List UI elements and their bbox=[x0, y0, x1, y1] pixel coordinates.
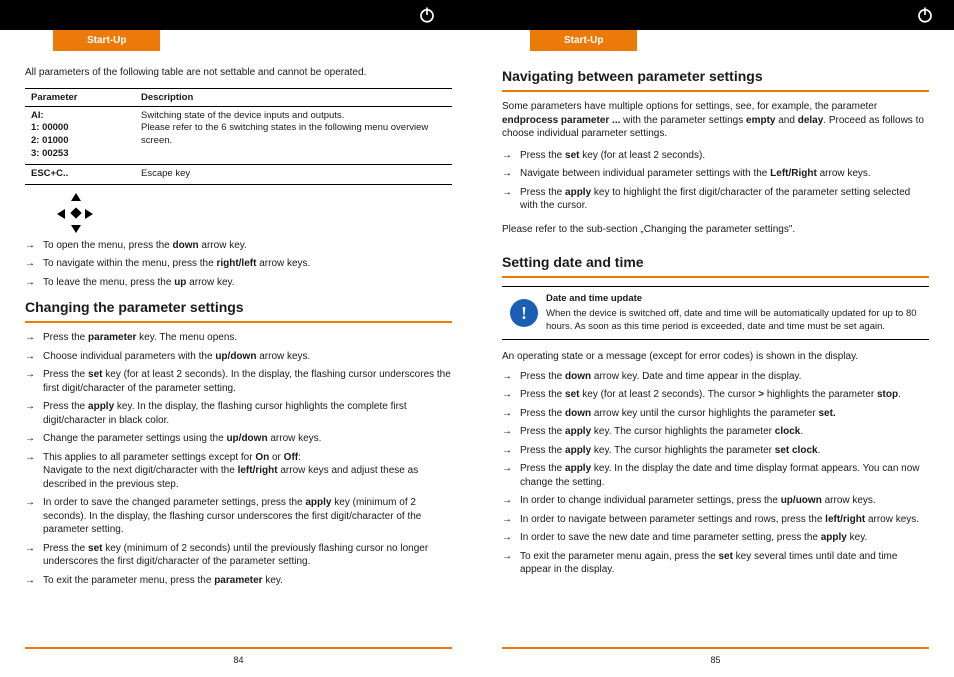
list-item: Press the apply key. The cursor highligh… bbox=[502, 444, 929, 458]
list-item: In order to save the new date and time p… bbox=[502, 531, 929, 545]
list-item: In order to navigate between parameter s… bbox=[502, 513, 929, 527]
page-right: Start-Up Navigating between parameter se… bbox=[477, 30, 954, 677]
list-item: Press the set key (for at least 2 second… bbox=[25, 368, 452, 395]
list-item: Press the set key (for at least 2 second… bbox=[502, 388, 929, 402]
param-cell: AI:1: 000002: 010003: 00253 bbox=[25, 106, 135, 164]
nav-footer: Please refer to the sub-section „Changin… bbox=[502, 223, 929, 237]
col-header-description: Description bbox=[135, 88, 452, 106]
power-icon bbox=[418, 6, 436, 24]
heading-navigating: Navigating between parameter settings bbox=[502, 68, 929, 84]
list-item: To navigate within the menu, press the r… bbox=[25, 257, 452, 271]
list-item: Press the apply key to highlight the fir… bbox=[502, 186, 929, 213]
param-cell: ESC+C.. bbox=[25, 164, 135, 184]
list-item: Press the apply key. In the display, the… bbox=[25, 400, 452, 427]
desc-cell: Escape key bbox=[135, 164, 452, 184]
list-item: To open the menu, press the down arrow k… bbox=[25, 239, 452, 253]
change-settings-list: Press the parameter key. The menu opens.… bbox=[25, 331, 452, 587]
list-item: To leave the menu, press the up arrow ke… bbox=[25, 276, 452, 290]
footer-rule bbox=[25, 647, 452, 649]
list-item: Press the apply key. The cursor highligh… bbox=[502, 425, 929, 439]
orange-rule bbox=[502, 276, 929, 278]
parameter-table: Parameter Description AI:1: 000002: 0100… bbox=[25, 88, 452, 185]
note-body: When the device is switched off, date an… bbox=[546, 308, 929, 334]
section-tab: Start-Up bbox=[53, 30, 160, 51]
note-title: Date and time update bbox=[546, 293, 929, 306]
list-item: In order to change individual parameter … bbox=[502, 494, 929, 508]
arrow-cross-icon bbox=[55, 193, 95, 233]
date-intro: An operating state or a message (except … bbox=[502, 350, 929, 364]
page-left: Start-Up All parameters of the following… bbox=[0, 30, 477, 677]
col-header-parameter: Parameter bbox=[25, 88, 135, 106]
page-number: 84 bbox=[0, 655, 477, 665]
nav-intro: Some parameters have multiple options fo… bbox=[502, 100, 929, 141]
menu-nav-list: To open the menu, press the down arrow k… bbox=[25, 239, 452, 290]
orange-rule bbox=[25, 321, 452, 323]
section-tab: Start-Up bbox=[530, 30, 637, 51]
intro-text: All parameters of the following table ar… bbox=[25, 66, 452, 80]
list-item: Navigate between individual parameter se… bbox=[502, 167, 929, 181]
note-box: ! Date and time update When the device i… bbox=[502, 286, 929, 340]
list-item: Press the parameter key. The menu opens. bbox=[25, 331, 452, 345]
footer-rule bbox=[502, 647, 929, 649]
list-item: Choose individual parameters with the up… bbox=[25, 350, 452, 364]
list-item: Press the down arrow key. Date and time … bbox=[502, 370, 929, 384]
list-item: To exit the parameter menu, press the pa… bbox=[25, 574, 452, 588]
list-item: To exit the parameter menu again, press … bbox=[502, 550, 929, 577]
alert-icon: ! bbox=[510, 299, 538, 327]
list-item: Press the down arrow key until the curso… bbox=[502, 407, 929, 421]
list-item: Press the apply key. In the display the … bbox=[502, 462, 929, 489]
table-row: AI:1: 000002: 010003: 00253Switching sta… bbox=[25, 106, 452, 164]
table-row: ESC+C..Escape key bbox=[25, 164, 452, 184]
date-list: Press the down arrow key. Date and time … bbox=[502, 370, 929, 577]
power-icon bbox=[916, 6, 934, 24]
list-item: Press the set key (for at least 2 second… bbox=[502, 149, 929, 163]
list-item: In order to save the changed parameter s… bbox=[25, 496, 452, 537]
list-item: Press the set key (minimum of 2 seconds)… bbox=[25, 542, 452, 569]
list-item: Change the parameter settings using the … bbox=[25, 432, 452, 446]
heading-changing-settings: Changing the parameter settings bbox=[25, 299, 452, 315]
list-item: This applies to all parameter settings e… bbox=[25, 451, 452, 492]
heading-date-time: Setting date and time bbox=[502, 254, 929, 270]
nav-list: Press the set key (for at least 2 second… bbox=[502, 149, 929, 213]
desc-cell: Switching state of the device inputs and… bbox=[135, 106, 452, 164]
orange-rule bbox=[502, 90, 929, 92]
page-number: 85 bbox=[477, 655, 954, 665]
top-bar bbox=[0, 0, 954, 30]
